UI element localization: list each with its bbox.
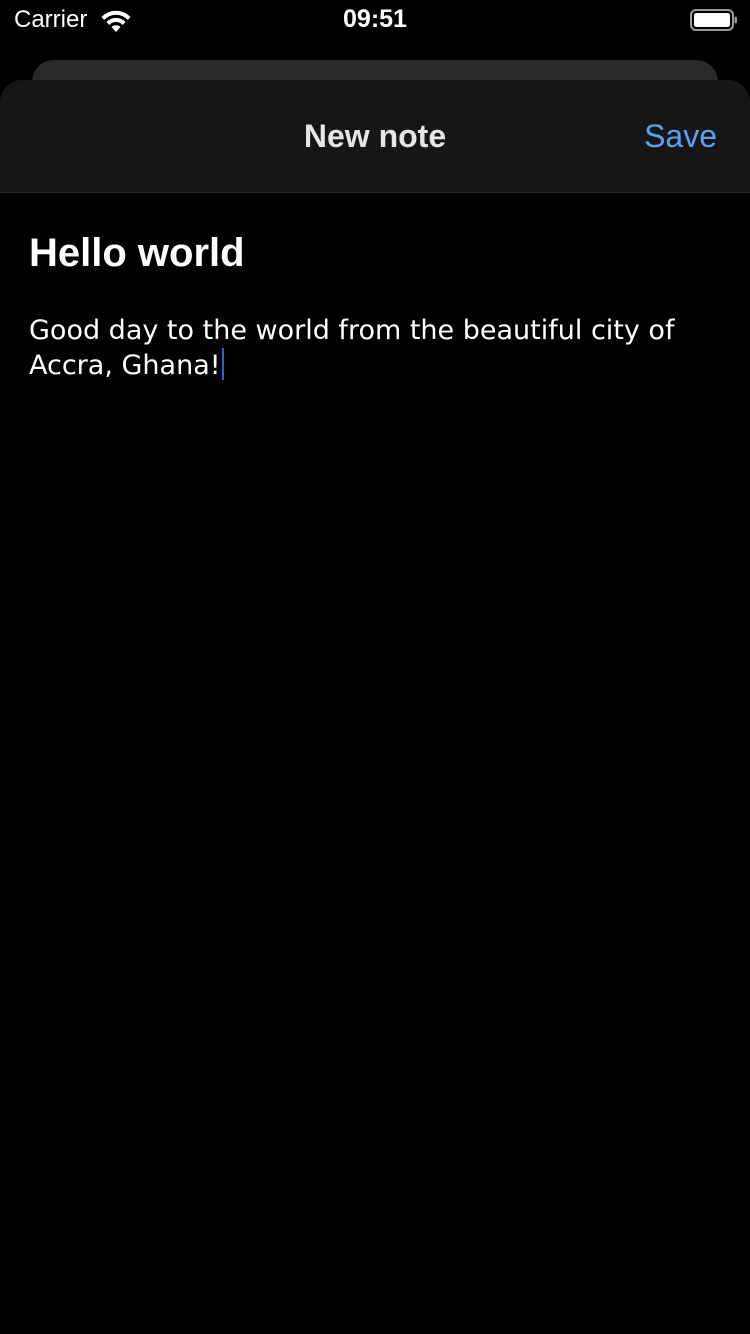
new-note-sheet: New note Save Hello world Good day to th… xyxy=(0,80,750,1334)
note-title-field[interactable]: Hello world xyxy=(29,231,245,276)
clock: 09:51 xyxy=(343,5,407,33)
navigation-bar: New note Save xyxy=(0,80,750,193)
note-body-field[interactable]: Good day to the world from the beautiful… xyxy=(29,313,709,383)
page-title: New note xyxy=(303,118,447,154)
text-cursor xyxy=(221,348,224,380)
status-bar: Carrier 09:51 xyxy=(0,0,750,40)
battery-full-icon xyxy=(690,9,737,31)
save-button[interactable]: Save xyxy=(644,118,717,155)
note-body-text: Good day to the world from the beautiful… xyxy=(29,315,675,381)
